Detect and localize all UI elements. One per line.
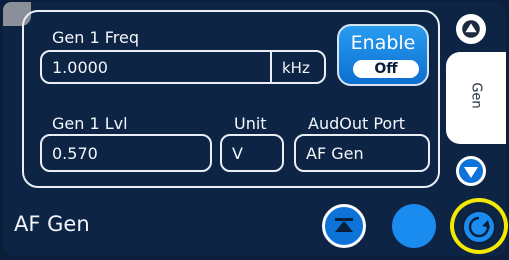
blank-round-button[interactable]	[392, 204, 436, 248]
unit-field[interactable]: V	[220, 134, 284, 172]
enable-label: Enable	[350, 32, 416, 54]
refresh-button-highlight[interactable]	[450, 198, 508, 254]
device-frame: Gen 1 Freq 1.0000 kHz Gen 1 Lvl 0.570 Un…	[0, 0, 509, 260]
side-tab-gen[interactable]: Gen	[446, 52, 506, 144]
level-field[interactable]: 0.570	[40, 134, 212, 172]
level-label: Gen 1 Lvl	[52, 114, 128, 133]
scroll-up-button[interactable]	[456, 14, 486, 44]
freq-field[interactable]: 1.0000 kHz	[40, 50, 326, 84]
side-tab-label: Gen	[468, 82, 484, 109]
eject-button[interactable]	[322, 204, 366, 248]
port-value: AF Gen	[306, 143, 364, 163]
freq-unit: kHz	[282, 59, 310, 77]
port-field[interactable]: AF Gen	[294, 134, 430, 172]
scroll-down-button[interactable]	[456, 156, 486, 186]
level-value: 0.570	[52, 143, 98, 163]
scroll-down-icon	[464, 167, 478, 178]
enable-state: Off	[353, 60, 419, 78]
enable-toggle[interactable]: Enable Off	[337, 24, 429, 86]
page-title: AF Gen	[14, 212, 90, 236]
refresh-button[interactable]	[462, 210, 496, 244]
refresh-icon	[468, 216, 490, 238]
unit-value: V	[232, 143, 243, 163]
unit-divider	[270, 52, 272, 82]
circle-icon	[392, 204, 436, 248]
port-label: AudOut Port	[308, 114, 406, 133]
freq-value: 1.0000	[52, 57, 108, 77]
eject-icon	[335, 218, 353, 232]
freq-label: Gen 1 Freq	[52, 28, 139, 47]
unit-label: Unit	[234, 114, 267, 133]
scroll-up-icon	[462, 20, 480, 38]
